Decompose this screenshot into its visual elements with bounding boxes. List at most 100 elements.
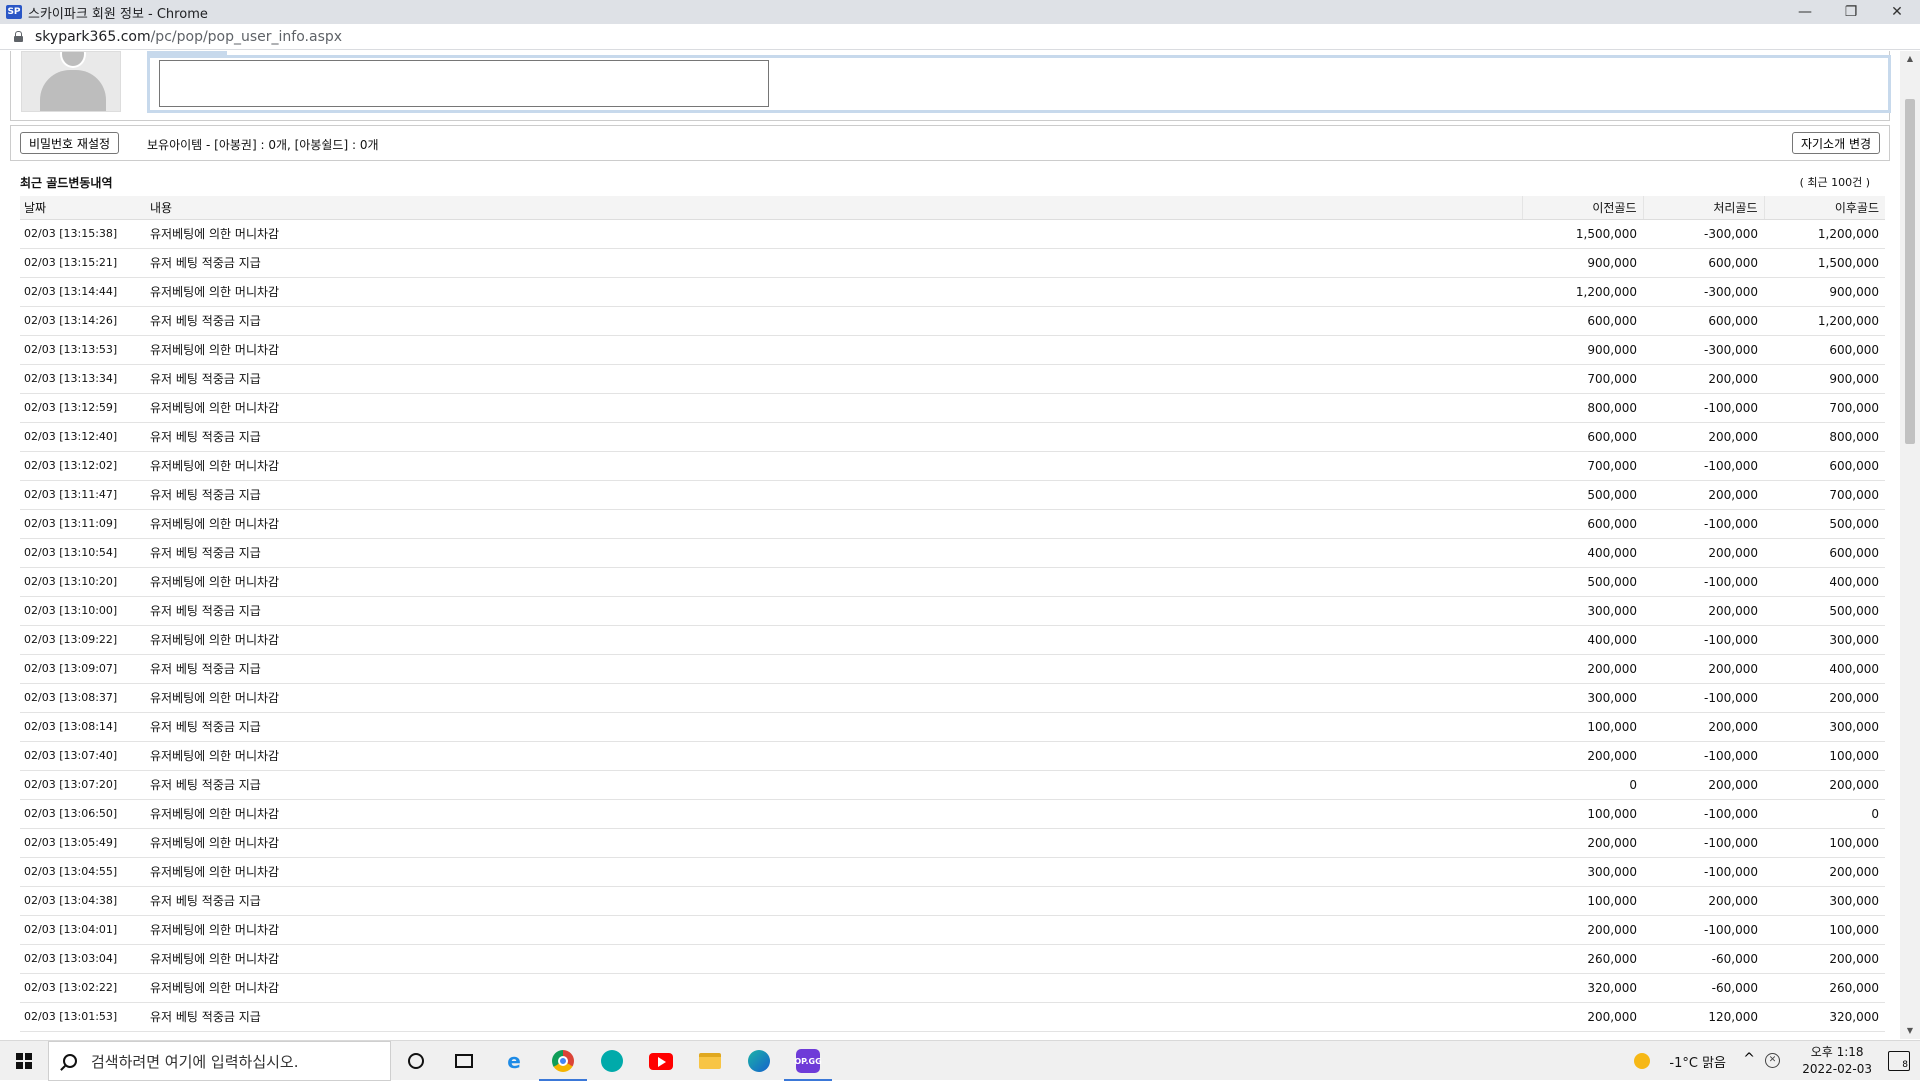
table-row: 02/03 [13:04:01] 유저베팅에 의한 머니차감 200,000 -100… bbox=[20, 915, 1885, 945]
change-intro-button[interactable]: 자기소개 변경 bbox=[1792, 132, 1880, 154]
row-before: 260,000 bbox=[1522, 944, 1643, 974]
minimize-icon[interactable]: — bbox=[1782, 0, 1828, 24]
table-row: 02/03 [13:05:49] 유저베팅에 의한 머니차감 200,000 -100… bbox=[20, 828, 1885, 858]
row-date: 02/03 [13:15:38] bbox=[20, 219, 146, 249]
table-row: 02/03 [13:02:22] 유저베팅에 의한 머니차감 320,000 -60,… bbox=[20, 973, 1885, 1003]
opgg-icon[interactable]: OP.GG bbox=[784, 1047, 832, 1081]
scroll-down-icon[interactable]: ▼ bbox=[1900, 1023, 1920, 1039]
windows-logo-icon bbox=[16, 1053, 32, 1069]
row-desc: 유저 베팅 적중금 지급 bbox=[146, 422, 1522, 452]
row-before: 300,000 bbox=[1522, 596, 1643, 626]
row-after: 900,000 bbox=[1764, 364, 1885, 394]
action-bar: 비밀번호 재설정 보유아이템 - [아봉권] : 0개, [아봉쉴드] : 0개… bbox=[10, 125, 1890, 161]
row-before: 100,000 bbox=[1522, 799, 1643, 829]
row-after: 500,000 bbox=[1764, 596, 1885, 626]
opgg-icon-text: OP.GG bbox=[794, 1049, 822, 1073]
row-change: 200,000 bbox=[1643, 422, 1764, 452]
row-desc: 유저 베팅 적중금 지급 bbox=[146, 770, 1522, 800]
row-before: 400,000 bbox=[1522, 538, 1643, 568]
row-before: 300,000 bbox=[1522, 857, 1643, 887]
intro-input[interactable] bbox=[159, 60, 769, 107]
task-view-icon[interactable] bbox=[450, 1047, 478, 1075]
start-button[interactable] bbox=[0, 1041, 48, 1081]
weather-text[interactable]: -1°C 맑음 bbox=[1669, 1052, 1726, 1071]
taskbar-search[interactable]: 검색하려면 여기에 입력하십시오. bbox=[48, 1041, 391, 1081]
table-row: 02/03 [13:07:40] 유저베팅에 의한 머니차감 200,000 -100… bbox=[20, 741, 1885, 771]
row-date: 02/03 [13:06:50] bbox=[20, 799, 146, 829]
app-bird-icon[interactable] bbox=[598, 1047, 626, 1075]
row-after: 200,000 bbox=[1764, 857, 1885, 887]
password-reset-button[interactable]: 비밀번호 재설정 bbox=[20, 132, 119, 154]
tray-overflow-chevron-up-icon[interactable]: ^ bbox=[1743, 1051, 1755, 1067]
row-before: 200,000 bbox=[1522, 741, 1643, 771]
window-title: 스카이파크 회원 정보 - Chrome bbox=[28, 6, 208, 22]
row-before: 0 bbox=[1522, 770, 1643, 800]
row-date: 02/03 [13:08:14] bbox=[20, 712, 146, 742]
row-before: 1,500,000 bbox=[1522, 219, 1643, 249]
table-row: 02/03 [13:15:21] 유저 베팅 적중금 지급 900,000 600,0… bbox=[20, 248, 1885, 278]
table-row: 02/03 [13:11:09] 유저베팅에 의한 머니차감 600,000 -100… bbox=[20, 509, 1885, 539]
row-desc: 유저베팅에 의한 머니차감 bbox=[146, 683, 1522, 713]
youtube-icon[interactable] bbox=[647, 1047, 675, 1075]
row-after: 1,200,000 bbox=[1764, 219, 1885, 249]
url-text[interactable]: skypark365.com/pc/pop/pop_user_info.aspx bbox=[35, 29, 342, 45]
cortana-icon[interactable] bbox=[402, 1047, 430, 1075]
network-disconnected-icon[interactable]: ✕ bbox=[1765, 1053, 1780, 1068]
row-change: 120,000 bbox=[1643, 1002, 1764, 1032]
table-row: 02/03 [13:11:47] 유저 베팅 적중금 지급 500,000 200,0… bbox=[20, 480, 1885, 510]
table-row: 02/03 [13:08:37] 유저베팅에 의한 머니차감 300,000 -100… bbox=[20, 683, 1885, 713]
row-change: 200,000 bbox=[1643, 538, 1764, 568]
row-after: 600,000 bbox=[1764, 451, 1885, 481]
gold-log-table: 날짜 내용 이전골드 처리골드 이후골드 02/03 [13:15:38] 유저베… bbox=[20, 196, 1885, 1032]
page-content: 비밀번호 재설정 보유아이템 - [아봉권] : 0개, [아봉쉴드] : 0개… bbox=[0, 51, 1900, 1039]
row-desc: 유저베팅에 의한 머니차감 bbox=[146, 219, 1522, 249]
row-desc: 유저 베팅 적중금 지급 bbox=[146, 538, 1522, 568]
table-row: 02/03 [13:04:55] 유저베팅에 의한 머니차감 300,000 -100… bbox=[20, 857, 1885, 887]
row-after: 400,000 bbox=[1764, 567, 1885, 597]
table-row: 02/03 [13:03:04] 유저베팅에 의한 머니차감 260,000 -60,… bbox=[20, 944, 1885, 974]
row-after: 800,000 bbox=[1764, 422, 1885, 452]
row-date: 02/03 [13:14:44] bbox=[20, 277, 146, 307]
close-icon[interactable]: ✕ bbox=[1874, 0, 1920, 24]
system-clock[interactable]: 오후 1:18 2022-02-03 bbox=[1802, 1044, 1872, 1078]
url-path: /pc/pop/pop_user_info.aspx bbox=[150, 28, 343, 45]
internet-explorer-icon[interactable]: e bbox=[500, 1047, 528, 1075]
row-date: 02/03 [13:09:22] bbox=[20, 625, 146, 655]
edge-icon[interactable] bbox=[745, 1047, 773, 1075]
row-before: 100,000 bbox=[1522, 886, 1643, 916]
row-desc: 유저베팅에 의한 머니차감 bbox=[146, 741, 1522, 771]
table-row: 02/03 [13:06:50] 유저베팅에 의한 머니차감 100,000 -100… bbox=[20, 799, 1885, 829]
row-date: 02/03 [13:11:47] bbox=[20, 480, 146, 510]
row-after: 320,000 bbox=[1764, 1002, 1885, 1032]
chrome-icon[interactable] bbox=[539, 1047, 587, 1081]
weather-sun-icon[interactable] bbox=[1634, 1053, 1650, 1069]
gold-log-title: 최근 골드변동내역 bbox=[20, 176, 113, 190]
search-icon bbox=[63, 1054, 77, 1068]
row-before: 700,000 bbox=[1522, 451, 1643, 481]
row-before: 900,000 bbox=[1522, 248, 1643, 278]
row-desc: 유저베팅에 의한 머니차감 bbox=[146, 567, 1522, 597]
scroll-up-icon[interactable]: ▲ bbox=[1900, 51, 1920, 67]
page-scrollbar[interactable]: ▲ ▼ bbox=[1900, 51, 1920, 1039]
gold-log-count: ( 최근 100건 ) bbox=[1799, 176, 1870, 189]
address-bar[interactable]: skypark365.com/pc/pop/pop_user_info.aspx bbox=[0, 24, 1920, 50]
scrollbar-thumb[interactable] bbox=[1905, 99, 1915, 444]
owned-items-text: 보유아이템 - [아봉권] : 0개, [아봉쉴드] : 0개 bbox=[147, 138, 379, 152]
table-row: 02/03 [13:10:20] 유저베팅에 의한 머니차감 500,000 -100… bbox=[20, 567, 1885, 597]
file-explorer-icon[interactable] bbox=[696, 1047, 724, 1075]
row-before: 320,000 bbox=[1522, 973, 1643, 1003]
row-before: 200,000 bbox=[1522, 915, 1643, 945]
row-date: 02/03 [13:12:02] bbox=[20, 451, 146, 481]
lock-icon[interactable] bbox=[14, 31, 23, 42]
row-date: 02/03 [13:05:49] bbox=[20, 828, 146, 858]
header-before: 이전골드 bbox=[1521, 196, 1643, 220]
row-desc: 유저 베팅 적중금 지급 bbox=[146, 248, 1522, 278]
row-desc: 유저베팅에 의한 머니차감 bbox=[146, 335, 1522, 365]
url-host: skypark365.com bbox=[35, 28, 151, 45]
restore-icon[interactable]: ❐ bbox=[1828, 0, 1874, 24]
row-before: 600,000 bbox=[1522, 422, 1643, 452]
notification-center-icon[interactable]: 8 bbox=[1888, 1051, 1910, 1071]
row-change: -100,000 bbox=[1643, 857, 1764, 887]
taskbar: 검색하려면 여기에 입력하십시오. e OP.GG -1°C 맑음 ^ ✕ 오후… bbox=[0, 1040, 1920, 1081]
table-row: 02/03 [13:09:22] 유저베팅에 의한 머니차감 400,000 -100… bbox=[20, 625, 1885, 655]
